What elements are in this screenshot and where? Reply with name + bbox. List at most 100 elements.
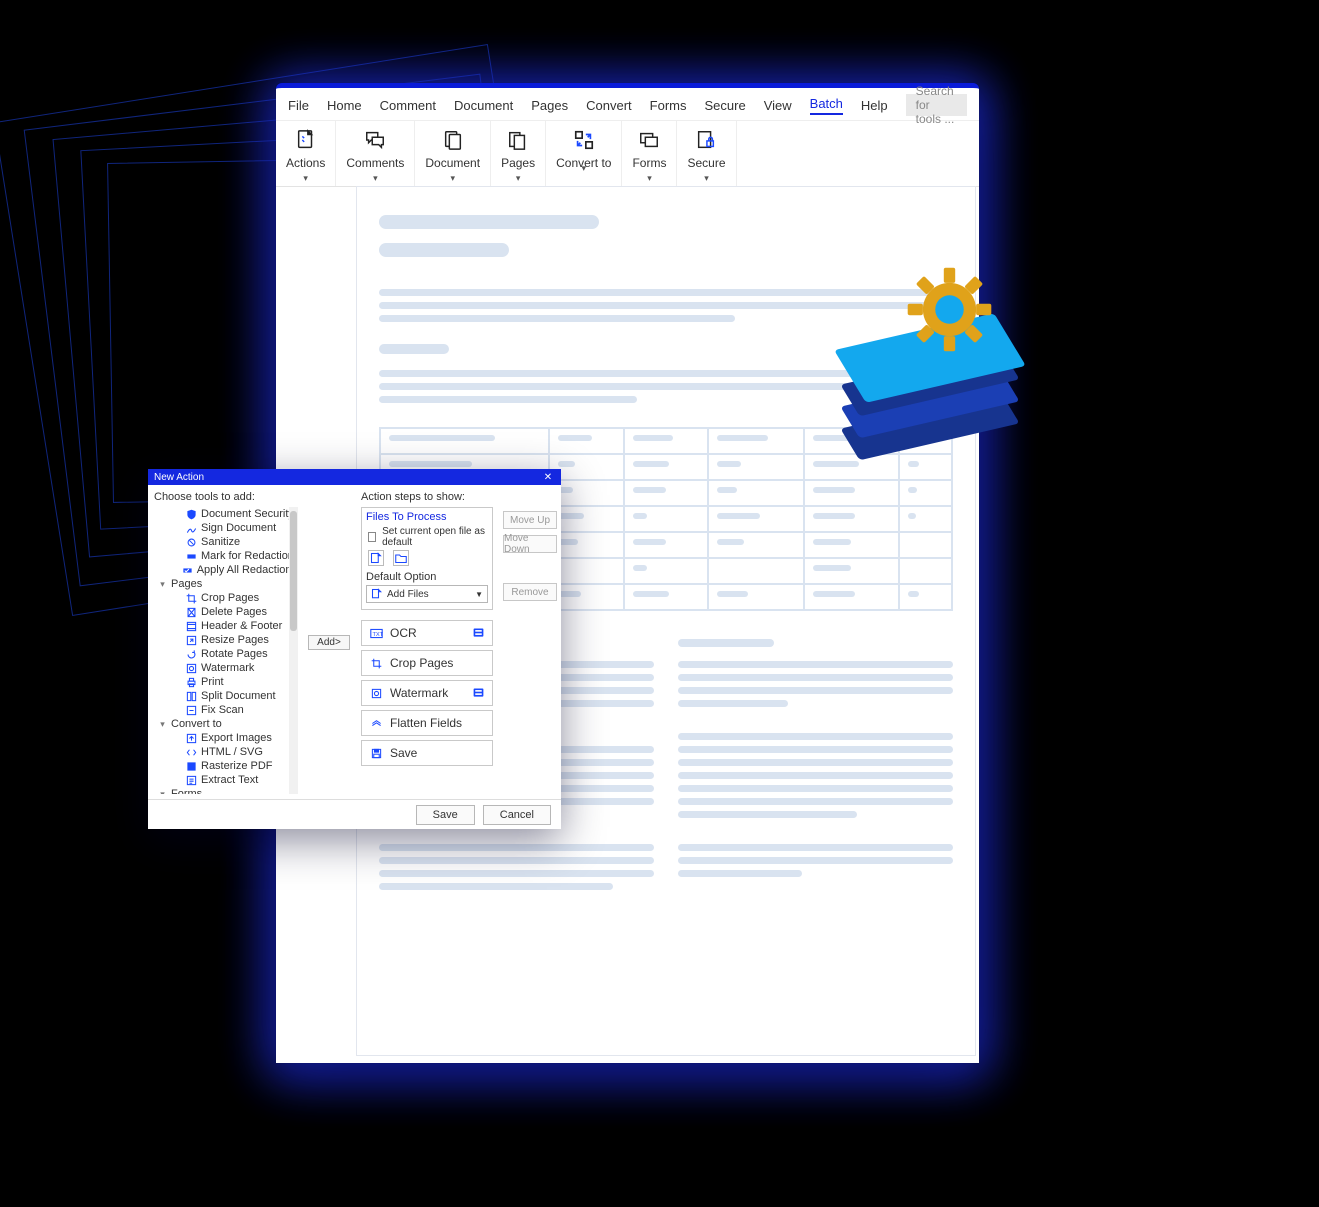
menu-document[interactable]: Document — [454, 98, 513, 113]
menu-pages[interactable]: Pages — [531, 98, 568, 113]
tree-node-label: Fix Scan — [201, 703, 244, 717]
action-step[interactable]: TXTOCR — [361, 620, 493, 646]
toolbar-pages[interactable]: Pages ▾ — [491, 121, 546, 186]
action-steps-label: Action steps to show: — [361, 491, 493, 503]
menu-home[interactable]: Home — [327, 98, 362, 113]
tree-node-label: Convert to — [171, 717, 222, 731]
tree-node[interactable]: Sign Document — [152, 521, 299, 535]
files-to-process-title: Files To Process — [366, 511, 488, 523]
tree-node-label: Sign Document — [201, 521, 276, 535]
tree-node-label: Export Images — [201, 731, 272, 745]
tree-node-label: Resize Pages — [201, 633, 269, 647]
tree-node[interactable]: Watermark — [152, 661, 299, 675]
dialog-titlebar[interactable]: New Action ✕ — [148, 469, 561, 485]
dialog-title: New Action — [154, 472, 204, 483]
tree-node[interactable]: Crop Pages — [152, 591, 299, 605]
cancel-button[interactable]: Cancel — [483, 805, 551, 825]
tree-node[interactable]: Rasterize PDF — [152, 759, 299, 773]
tree-node[interactable]: Resize Pages — [152, 633, 299, 647]
menu-help[interactable]: Help — [861, 98, 888, 113]
action-step[interactable]: Crop Pages — [361, 650, 493, 676]
choose-tools-label: Choose tools to add: — [154, 491, 299, 503]
menu-convert[interactable]: Convert — [586, 98, 632, 113]
tree-node[interactable]: Mark for Redaction — [152, 549, 299, 563]
tree-scrollbar[interactable] — [289, 507, 298, 794]
add-file-icon[interactable] — [368, 550, 384, 566]
split-icon — [185, 690, 197, 702]
flatten-icon — [368, 715, 384, 731]
menu-secure[interactable]: Secure — [705, 98, 746, 113]
remove-button[interactable]: Remove — [503, 583, 557, 601]
tool-tree: Document SecuritySign DocumentSanitizeMa… — [152, 507, 299, 794]
checkbox-icon[interactable] — [368, 532, 376, 542]
comments-icon — [363, 128, 387, 152]
tree-node[interactable]: Sanitize — [152, 535, 299, 549]
tree-node[interactable]: Split Document — [152, 689, 299, 703]
files-to-process-panel: Files To Process Set current open file a… — [361, 507, 493, 610]
add-button[interactable]: Add> — [308, 635, 350, 650]
rotate-icon — [185, 648, 197, 660]
toolbar-actions[interactable]: Actions ▾ — [276, 121, 336, 186]
tree-node[interactable]: HTML / SVG — [152, 745, 299, 759]
toolbar-label: Secure — [687, 156, 725, 170]
tree-node[interactable]: ▾Forms — [152, 787, 299, 794]
move-up-button[interactable]: Move Up — [503, 511, 557, 529]
menu-file[interactable]: File — [288, 98, 309, 113]
move-down-button[interactable]: Move Down — [503, 535, 557, 553]
tree-node[interactable]: Delete Pages — [152, 605, 299, 619]
tree-node[interactable]: Header & Footer — [152, 619, 299, 633]
tree-node[interactable]: Extract Text — [152, 773, 299, 787]
step-settings-icon[interactable] — [472, 626, 486, 640]
export-icon — [185, 732, 197, 744]
actions-icon — [294, 128, 318, 152]
pages-icon — [506, 128, 530, 152]
default-option-select[interactable]: Add Files ▼ — [366, 585, 488, 603]
delete-icon — [185, 606, 197, 618]
tree-node-label: HTML / SVG — [201, 745, 263, 759]
menu-batch[interactable]: Batch — [810, 96, 843, 115]
tree-node-label: Forms — [171, 787, 202, 794]
menu-forms[interactable]: Forms — [650, 98, 687, 113]
new-action-dialog: New Action ✕ Choose tools to add: Docume… — [148, 469, 561, 829]
add-folder-icon[interactable] — [393, 550, 409, 566]
tree-node[interactable]: Apply All Redactions — [152, 563, 299, 577]
tree-node-label: Sanitize — [201, 535, 240, 549]
chevron-down-icon: ▾ — [373, 174, 378, 182]
tree-twisty-icon: ▾ — [158, 717, 167, 731]
step-label: Crop Pages — [390, 656, 453, 670]
extract-icon — [185, 774, 197, 786]
close-icon[interactable]: ✕ — [541, 472, 555, 483]
toolbar-document[interactable]: Document ▾ — [415, 121, 491, 186]
toolbar-comments[interactable]: Comments ▾ — [336, 121, 415, 186]
tree-node[interactable]: ▾ Convert to — [152, 717, 299, 731]
sanitize-icon — [185, 536, 197, 548]
action-step[interactable]: Watermark — [361, 680, 493, 706]
step-label: Flatten Fields — [390, 716, 462, 730]
tree-node[interactable]: Rotate Pages — [152, 647, 299, 661]
scrollbar-thumb[interactable] — [290, 511, 297, 631]
tree-node-label: Pages — [171, 577, 202, 591]
chevron-down-icon: ▼ — [475, 590, 483, 599]
tree-node[interactable]: Fix Scan — [152, 703, 299, 717]
set-default-checkbox-row[interactable]: Set current open file as default — [366, 525, 488, 549]
save-button[interactable]: Save — [416, 805, 475, 825]
tree-node-label: Watermark — [201, 661, 254, 675]
tree-node[interactable]: ▾ Pages — [152, 577, 299, 591]
menu-view[interactable]: View — [764, 98, 792, 113]
toolbar-convert[interactable]: Convert to ▾ — [546, 121, 622, 186]
toolbar-secure[interactable]: Secure ▾ — [677, 121, 736, 186]
search-tools-input[interactable]: Search for tools ... — [906, 94, 967, 116]
tree-twisty-icon: ▾ — [158, 577, 167, 591]
toolbar-forms[interactable]: Forms ▾ — [622, 121, 677, 186]
svg-text:TXT: TXT — [372, 631, 383, 637]
step-settings-icon[interactable] — [472, 686, 486, 700]
action-step[interactable]: Flatten Fields — [361, 710, 493, 736]
tree-node[interactable]: Document Security — [152, 507, 299, 521]
print-icon — [185, 676, 197, 688]
tree-node[interactable]: Export Images — [152, 731, 299, 745]
menu-comment[interactable]: Comment — [380, 98, 436, 113]
step-label: Save — [390, 746, 417, 760]
tree-node[interactable]: Print — [152, 675, 299, 689]
tree-node-label: Document Security — [201, 507, 294, 521]
action-step[interactable]: Save — [361, 740, 493, 766]
